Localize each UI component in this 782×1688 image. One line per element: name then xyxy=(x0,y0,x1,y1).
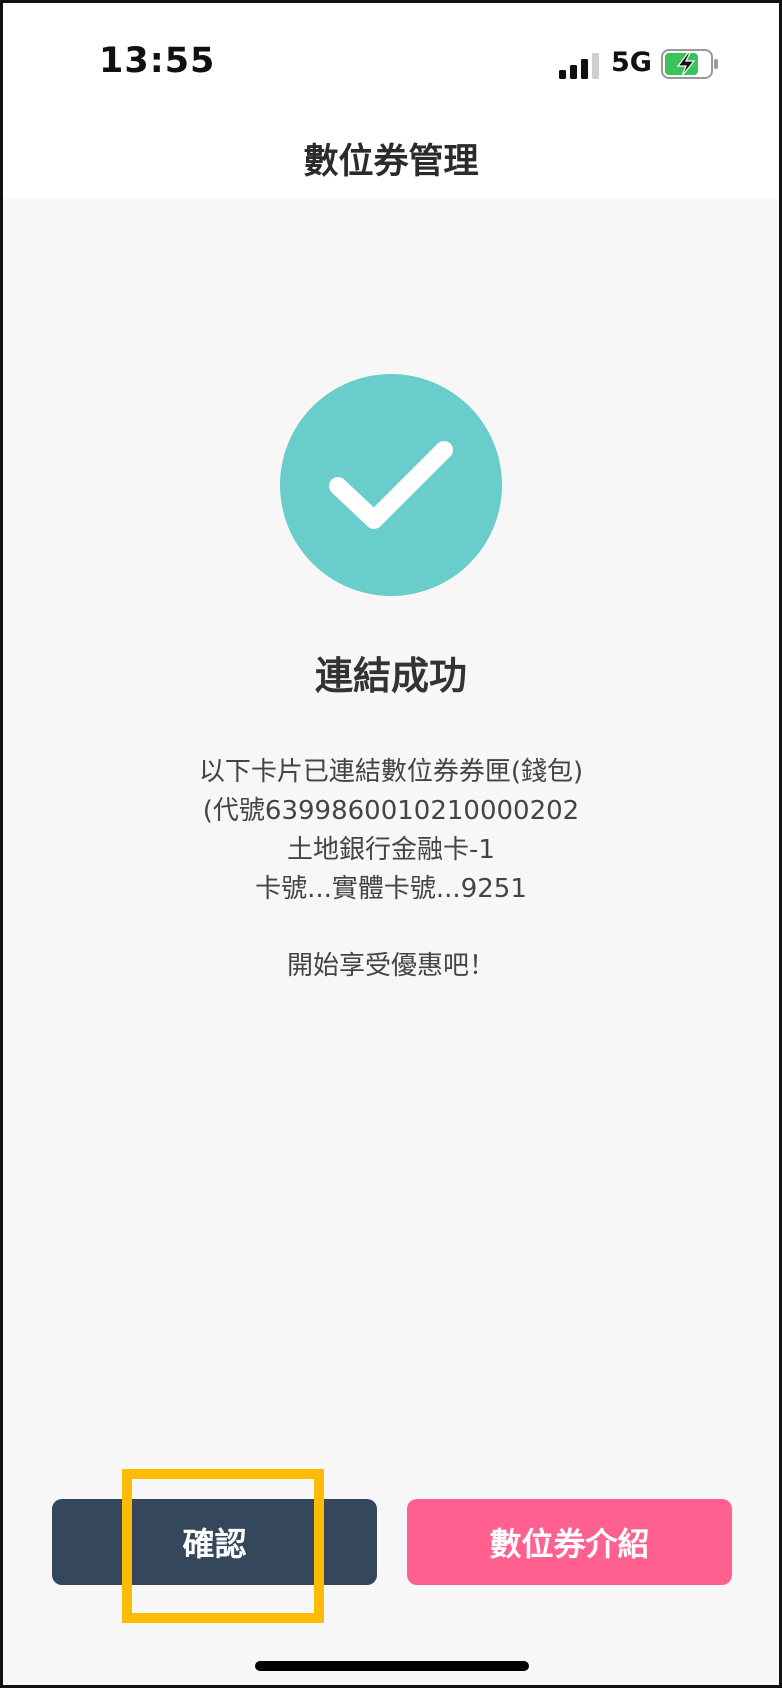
status-bar: 13:55 5G xyxy=(3,3,779,123)
message-line-1: 以下卡片已連結數位券券匣(錢包) xyxy=(198,757,584,787)
phone-screen: 13:55 5G 數位券管理 連結成功 以下卡片已連結數位券券匣(錢包) (代號… xyxy=(0,0,782,1688)
battery-charging-icon xyxy=(661,49,718,79)
network-label: 5G xyxy=(611,47,652,78)
signal-icon xyxy=(559,53,599,79)
bank-card-name: 土地銀行金融卡-1 xyxy=(287,835,495,865)
nav-bar: 數位券管理 xyxy=(3,123,779,199)
card-number: 卡號...實體卡號...9251 xyxy=(255,874,527,904)
check-icon xyxy=(329,441,453,529)
enjoy-offers-text: 開始享受優惠吧！ xyxy=(286,951,495,981)
voucher-intro-button[interactable]: 數位券介紹 xyxy=(407,1499,732,1585)
page-title: 數位券管理 xyxy=(303,142,479,182)
success-badge xyxy=(280,374,502,596)
message-line-2: (代號6399860010210000202 xyxy=(202,796,580,826)
confirm-button[interactable]: 確認 xyxy=(52,1499,377,1585)
success-title: 連結成功 xyxy=(314,654,467,698)
home-indicator[interactable] xyxy=(255,1661,529,1671)
status-time: 13:55 xyxy=(99,41,216,81)
